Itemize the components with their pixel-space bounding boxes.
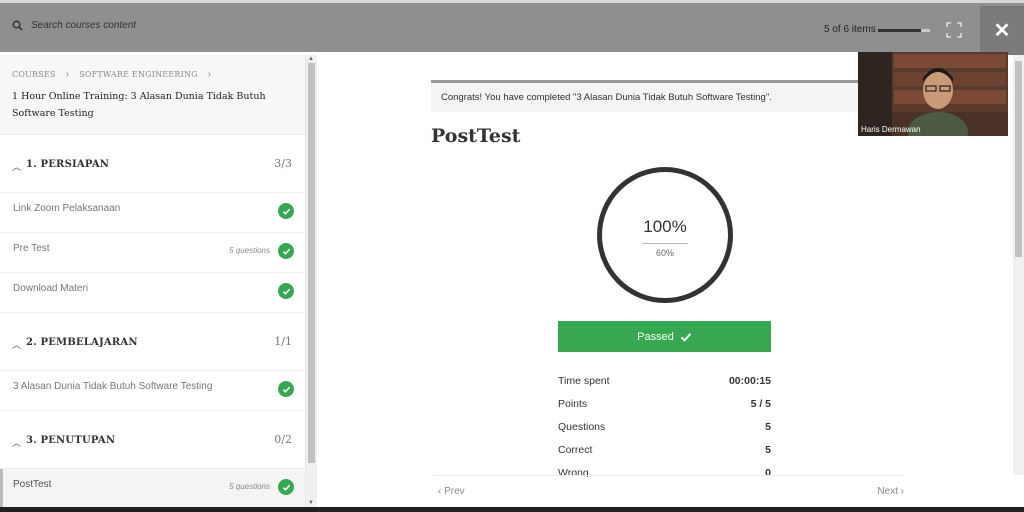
chevron-right-icon: › (65, 69, 70, 80)
section-progress-count: 0/2 (274, 433, 292, 446)
breadcrumb: COURSES › SOFTWARE ENGINEERING › (12, 69, 293, 80)
passing-grade: 60% (655, 248, 674, 258)
breadcrumb-courses[interactable]: COURSES (12, 70, 56, 79)
sidebar-scrollbar[interactable]: ▲ ▼ (306, 55, 317, 507)
course-progress-bar (878, 29, 930, 32)
stat-label: Correct (558, 444, 593, 456)
stat-label: Time spent (558, 375, 610, 387)
course-progress-fill (878, 29, 922, 32)
lesson-navigation: ‹ Prev Next › (434, 475, 904, 507)
score-ring: 100% 60% (597, 167, 733, 303)
close-icon: ✕ (993, 20, 1011, 42)
lesson-item[interactable]: Download Materi (0, 273, 305, 313)
stat-row: Questions 5 (558, 421, 771, 444)
stat-row: Time spent 00:00:15 (558, 375, 771, 398)
stat-label: Points (558, 398, 588, 410)
lesson-item[interactable]: Link Zoom Pelaksanaan (0, 193, 305, 233)
chevron-up-icon: ︿ (12, 438, 22, 448)
prev-label: Prev (444, 486, 465, 497)
next-label: Next (877, 486, 898, 497)
lesson-label: Link Zoom Pelaksanaan (13, 203, 121, 214)
section-progress-count: 3/3 (274, 157, 292, 170)
chevron-right-icon: › (207, 69, 212, 80)
section-header-persiapan[interactable]: ︿ 1. PERSIAPAN 3/3 (0, 135, 305, 193)
stat-row: Points 5 / 5 (558, 398, 771, 421)
fullscreen-icon[interactable] (946, 22, 962, 38)
lesson-label: PostTest (13, 479, 52, 490)
section-title: 1. PERSIAPAN (26, 159, 110, 170)
result-stats: Time spent 00:00:15 Points 5 / 5 Questio… (558, 375, 771, 467)
page-title: PostTest (431, 125, 521, 147)
section-header-pembelajaran[interactable]: ︿ 2. PEMBELAJARAN 1/1 (0, 313, 305, 371)
lesson-label: Pre Test (13, 243, 50, 254)
sidebar-header: COURSES › SOFTWARE ENGINEERING › 1 Hour … (0, 55, 305, 135)
section-header-penutupan[interactable]: ︿ 3. PENUTUPAN 0/2 (0, 411, 305, 469)
completed-check-icon (278, 203, 294, 219)
stat-value: 00:00:15 (728, 375, 771, 387)
score-divider (642, 243, 688, 244)
lesson-question-count: 5 questions (229, 246, 270, 255)
lesson-item[interactable]: Pre Test 5 questions (0, 233, 305, 273)
next-button[interactable]: Next › (877, 486, 904, 497)
top-bar: Search courses content 5 of 6 items ✕ (0, 0, 1024, 55)
taskbar (0, 507, 1024, 512)
completed-check-icon (278, 479, 294, 495)
chevron-up-icon: ︿ (12, 340, 22, 350)
stat-row: Correct 5 (558, 444, 771, 467)
completed-check-icon (278, 243, 294, 259)
search-box[interactable]: Search courses content (12, 20, 136, 31)
close-button[interactable]: ✕ (980, 6, 1024, 55)
passed-button[interactable]: Passed (558, 321, 771, 352)
completed-check-icon (278, 381, 294, 397)
search-input[interactable]: Search courses content (31, 20, 136, 31)
prev-button[interactable]: ‹ Prev (438, 486, 465, 497)
sidebar-scrollbar-thumb[interactable] (308, 63, 315, 463)
course-curriculum-sidebar: COURSES › SOFTWARE ENGINEERING › 1 Hour … (0, 55, 306, 507)
lesson-question-count: 5 questions (229, 482, 270, 491)
score-percent: 100% (643, 217, 687, 236)
stat-value: 5 (765, 421, 771, 433)
search-icon (12, 20, 23, 31)
scroll-up-icon[interactable]: ▲ (308, 56, 314, 62)
lesson-label: 3 Alasan Dunia Tidak Butuh Software Test… (13, 381, 213, 392)
section-title: 2. PEMBELAJARAN (26, 337, 138, 348)
stat-value: 5 / 5 (750, 398, 771, 410)
lesson-item[interactable]: 3 Alasan Dunia Tidak Butuh Software Test… (0, 371, 305, 411)
main-scrollbar-thumb[interactable] (1015, 61, 1022, 257)
passed-label: Passed (637, 330, 674, 343)
course-title[interactable]: 1 Hour Online Training: 3 Alasan Dunia T… (12, 88, 293, 122)
stat-label: Questions (558, 421, 606, 433)
item-count: 5 of 6 items (824, 24, 876, 35)
chevron-up-icon: ︿ (12, 162, 22, 172)
completion-message: Congrats! You have completed "3 Alasan D… (431, 80, 861, 112)
main-scrollbar[interactable] (1013, 55, 1024, 475)
participant-video (858, 52, 1008, 136)
check-icon (680, 332, 692, 342)
completed-check-icon (278, 283, 294, 299)
section-title: 3. PENUTUPAN (26, 435, 116, 446)
breadcrumb-category[interactable]: SOFTWARE ENGINEERING (79, 70, 198, 79)
participant-name: Haris Dermawan (861, 125, 921, 134)
scroll-down-icon[interactable]: ▼ (308, 500, 314, 506)
lesson-item-active[interactable]: PostTest 5 questions (0, 469, 305, 507)
section-progress-count: 1/1 (274, 335, 292, 348)
lesson-label: Download Materi (13, 283, 89, 294)
video-call-overlay[interactable]: Haris Dermawan (858, 52, 1008, 136)
stat-value: 5 (765, 444, 771, 456)
